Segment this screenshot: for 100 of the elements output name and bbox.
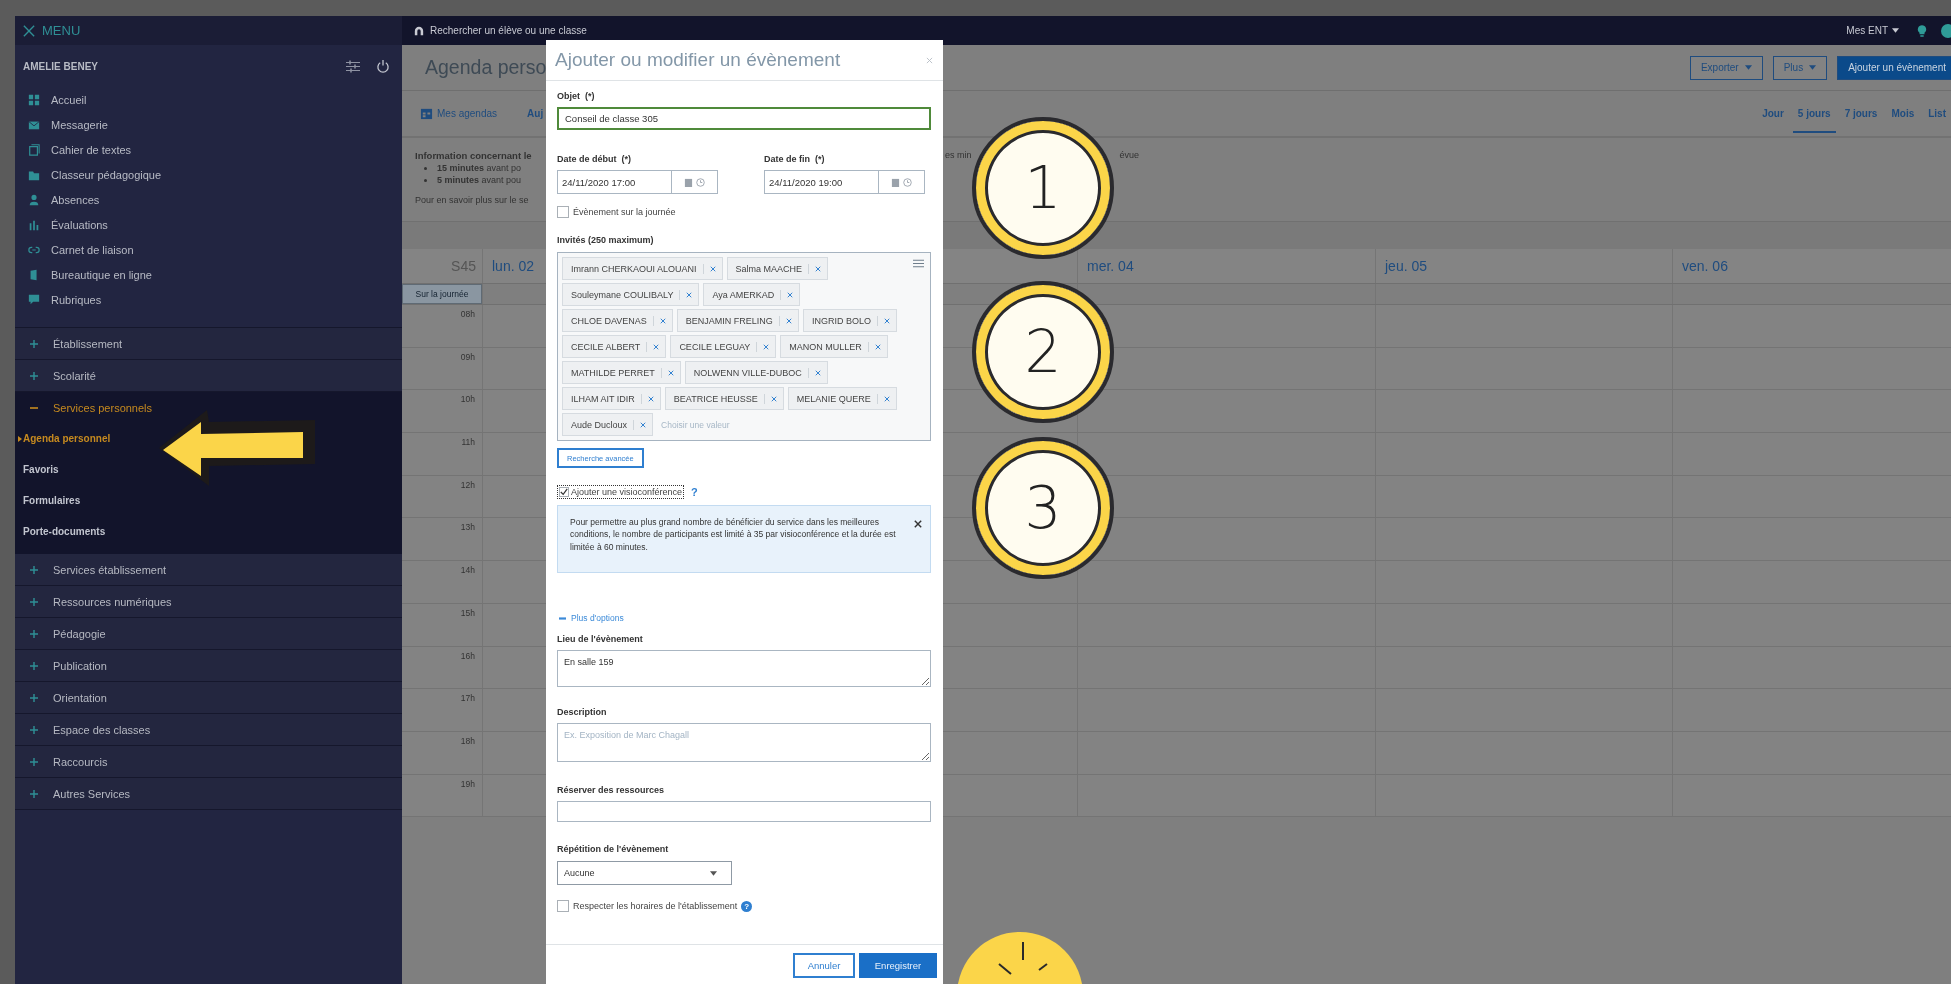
search-field[interactable]: Rechercher un élève ou une classe	[430, 25, 587, 36]
close-icon[interactable]	[914, 520, 922, 528]
remove-icon[interactable]	[667, 369, 674, 376]
invitee-tag: MELANIE QUERE	[787, 387, 897, 410]
remove-icon[interactable]	[787, 291, 794, 298]
plus-icon	[30, 757, 38, 766]
remove-icon[interactable]	[647, 395, 654, 402]
invitee-tag: CECILE LEGUAY	[670, 335, 777, 358]
menu-icon[interactable]	[913, 259, 924, 268]
visio-checkbox[interactable]: Ajouter une visioconférence	[557, 485, 685, 499]
invitee-tag: Aya AMERKAD	[703, 283, 801, 306]
remove-icon[interactable]	[763, 343, 770, 350]
plus-icon	[30, 693, 38, 702]
bullet-icon	[424, 166, 427, 170]
sidebar-subitem[interactable]: Porte-documents	[15, 516, 402, 547]
dialog-title: Ajouter ou modifier un évènement	[555, 49, 842, 71]
invitee-tag: INGRID BOLO	[802, 309, 897, 332]
location-field[interactable]: En salle 159	[557, 650, 931, 687]
remove-icon[interactable]	[815, 265, 822, 272]
sidebar-subitem[interactable]: Agenda personnel	[15, 423, 402, 454]
remove-icon[interactable]	[709, 265, 716, 272]
calendar-icon[interactable]	[891, 177, 900, 187]
repeat-select[interactable]: Aucune	[557, 861, 732, 885]
hour-label: 18h	[459, 734, 476, 748]
checkbox[interactable]	[557, 206, 569, 218]
remove-icon[interactable]	[883, 395, 890, 402]
resources-field[interactable]	[557, 801, 931, 822]
subject-field[interactable]: Conseil de classe 305	[557, 107, 931, 130]
checkbox-label[interactable]: Évènement sur la journée	[573, 207, 676, 217]
hour-label: 19h	[459, 777, 476, 791]
power-icon[interactable]	[376, 59, 390, 73]
sidebar-item[interactable]: Accueil	[15, 87, 402, 112]
field-label: Réserver des ressources	[557, 785, 666, 795]
sidebar-item[interactable]: Classeur pédagogique	[15, 162, 402, 187]
hour-label: 13h	[459, 521, 476, 535]
calendar-icon[interactable]	[420, 107, 433, 120]
sidebar-subitem[interactable]: Favoris	[15, 454, 402, 485]
plus-icon	[30, 789, 38, 798]
remove-icon[interactable]	[814, 369, 821, 376]
chat-icon	[28, 293, 40, 306]
clock-icon[interactable]	[696, 177, 705, 187]
envelope-icon	[28, 118, 40, 131]
field-label: Date de fin (*)	[764, 154, 826, 164]
checkbox-label[interactable]: Respecter les horaires de l'établissement	[573, 901, 738, 911]
remove-icon[interactable]	[785, 317, 792, 324]
sidebar-item[interactable]: Évaluations	[15, 212, 402, 237]
invitee-tag: Souleymane COULIBALY	[562, 283, 700, 306]
date-picker[interactable]: 24/11/2020 17:00	[557, 170, 718, 194]
invitee-tag: BEATRICE HEUSSE	[664, 387, 784, 410]
ent-menu[interactable]: Mes ENT	[1846, 25, 1899, 36]
document-icon	[28, 268, 40, 281]
sidebar-subitem[interactable]: Formulaires	[15, 485, 402, 516]
sidebar-item[interactable]: Messagerie	[15, 112, 402, 137]
remove-icon[interactable]	[770, 395, 777, 402]
calendar-icon[interactable]	[684, 177, 693, 187]
hour-label: 14h	[459, 564, 476, 578]
remove-icon[interactable]	[883, 317, 890, 324]
invitee-tag: CHLOE DAVENAS	[562, 309, 673, 332]
sidebar-item[interactable]: Cahier de textes	[15, 137, 402, 162]
help-icon[interactable]	[1941, 23, 1951, 38]
clock-icon[interactable]	[903, 177, 912, 187]
remove-icon[interactable]	[659, 317, 666, 324]
more-options-link[interactable]: Plus d'options	[571, 613, 624, 623]
remove-icon[interactable]	[874, 343, 881, 350]
notice-text: Pour permettre au plus grand nombre de bénéficier du service dans les meilleures conditions, le nombre de participants est limité à 35 par visioconférence et la durée est limitée à 60 minutes.	[570, 516, 897, 554]
page-title: Agenda perso	[425, 56, 547, 79]
minus-icon[interactable]	[559, 616, 566, 620]
remove-icon[interactable]	[686, 291, 693, 298]
sidebar-item[interactable]: Rubriques	[15, 287, 402, 312]
cancel-button[interactable]: Annuler	[793, 953, 855, 978]
sliders-icon[interactable]	[346, 59, 360, 73]
sidebar-section[interactable]: Services personnels	[15, 392, 402, 423]
bar-chart-icon	[28, 218, 40, 231]
help-icon[interactable]: ?	[741, 900, 753, 912]
menu-label[interactable]: MENU	[42, 23, 81, 38]
description-field[interactable]: Ex. Exposition de Marc Chagall	[557, 723, 931, 762]
grid-icon	[28, 93, 40, 106]
field-label: Répétition de l'évènement	[557, 844, 670, 854]
hour-label: 12h	[459, 478, 476, 492]
plus-icon	[30, 339, 38, 348]
invitee-tag: CECILE ALBERT	[562, 335, 667, 358]
date-picker[interactable]: 24/11/2020 19:00	[764, 170, 925, 194]
sidebar-item[interactable]: Carnet de liaison	[15, 237, 402, 262]
sidebar-item[interactable]: Absences	[15, 187, 402, 212]
lightbulb-icon[interactable]	[1917, 24, 1927, 37]
add-event-button[interactable]: Ajouter un évènement	[1837, 55, 1951, 80]
remove-icon[interactable]	[653, 343, 660, 350]
plus-icon	[30, 725, 38, 734]
checkbox[interactable]	[559, 487, 569, 497]
notebook-icon	[28, 143, 40, 156]
invitee-tag: Aude Ducloux	[562, 413, 654, 436]
invitees-field[interactable]	[557, 252, 931, 441]
info-text: évue	[1119, 150, 1140, 160]
save-button[interactable]: Enregistrer	[859, 953, 937, 978]
help-link[interactable]: ?	[691, 486, 698, 498]
caret-icon	[1892, 28, 1899, 33]
remove-icon[interactable]	[640, 421, 647, 428]
checkbox[interactable]	[557, 900, 569, 912]
pointer-icon	[18, 435, 22, 442]
sidebar-item[interactable]: Bureautique en ligne	[15, 262, 402, 287]
